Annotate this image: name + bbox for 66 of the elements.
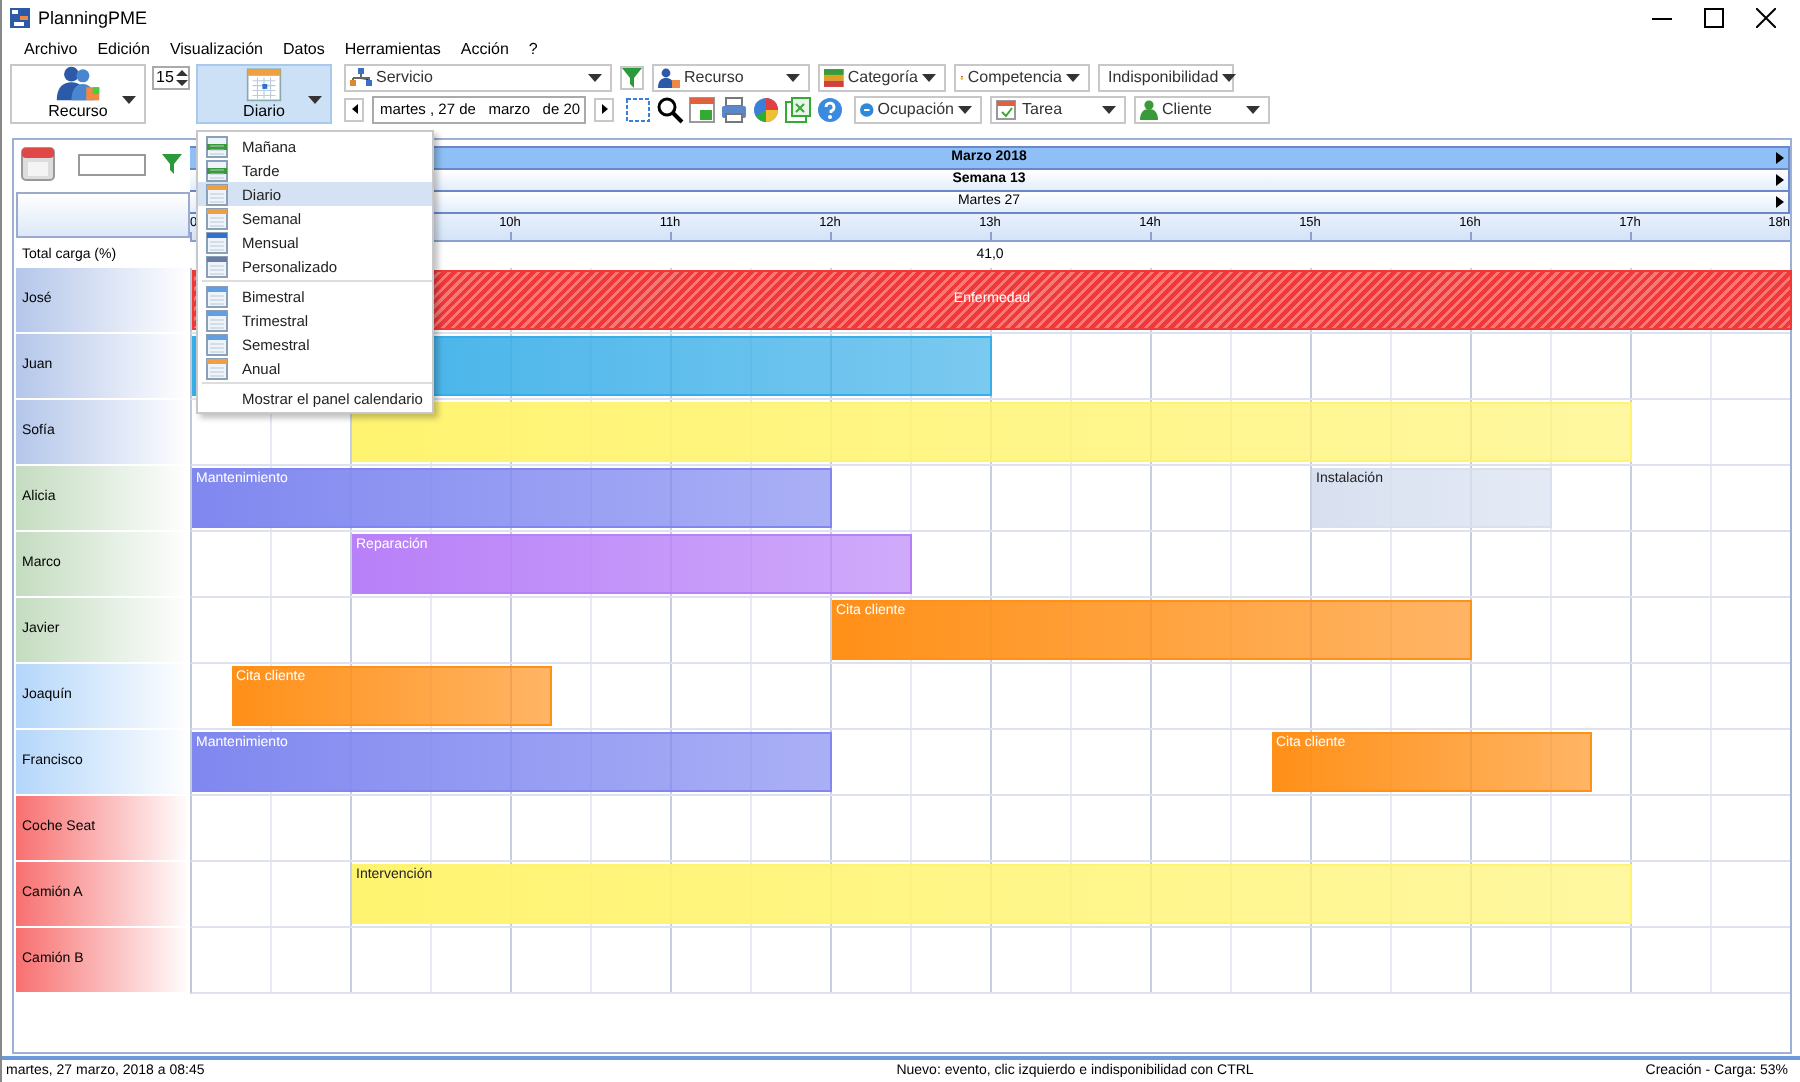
help-icon[interactable] [814,95,846,124]
caret-icon [1066,73,1080,82]
calendar-icon [206,333,228,355]
caret-icon [122,95,136,104]
caret-icon [922,73,936,82]
calendar-icon [206,135,228,157]
selection-icon[interactable] [622,95,654,124]
menu-item[interactable]: Archivo [14,39,88,58]
filter-icon [622,67,642,88]
export-icon[interactable] [782,95,814,124]
menu-item[interactable]: Visualización [159,39,273,58]
client-icon [1140,99,1158,120]
close-icon[interactable] [1756,7,1776,28]
calendar-icon [206,255,228,277]
print-icon[interactable] [718,95,750,124]
spin-field[interactable]: 15 [152,65,190,90]
menu-item[interactable]: ? [518,39,548,58]
caret-icon [958,105,972,114]
filter-button[interactable] [620,65,644,90]
caret-icon [588,73,602,82]
filter-dropdown[interactable]: Indisponibilidad [1098,63,1234,92]
triangle-icon [601,104,607,115]
previous-arrow-button[interactable] [344,97,364,122]
next-arrow-button[interactable] [594,97,614,122]
caret-icon [786,73,800,82]
filter-dropdown[interactable]: Recurso [652,63,810,92]
calendar-icon [206,285,228,307]
occupancy-icon [860,99,874,120]
category-icon [824,67,844,88]
filter-dropdown[interactable]: Ocupación [854,95,982,124]
calendar-icon [206,231,228,253]
maximize-icon[interactable] [1704,7,1724,28]
hierarchy-icon [350,67,372,88]
menu-item[interactable]: Herramientas [334,39,451,58]
pie-chart-icon[interactable] [750,95,782,124]
window-title: PlanningPME [38,7,150,28]
menu-item[interactable]: Edición [87,39,160,58]
menu-item[interactable]: Datos [272,39,335,58]
filter-dropdown[interactable]: Competencia [954,63,1090,92]
menu-item[interactable]: Acción [450,39,519,58]
calendar-icon [206,357,228,379]
caret-icon [308,95,322,104]
filter-dropdown[interactable]: Cliente [1134,95,1270,124]
calendar-icon [206,207,228,229]
caret-icon [1222,73,1237,82]
people-icon [658,67,680,88]
task-icon [996,99,1018,120]
resource-button[interactable]: Recurso [10,63,146,124]
search-field[interactable] [78,153,146,176]
caret-icon [1246,105,1260,114]
filter-dropdown[interactable]: Categoría [818,63,946,92]
calendar-icon [206,159,228,181]
spin-arrows-icon [176,67,188,88]
calendar-icon [20,146,56,183]
calendar-icon [242,65,286,102]
calendar-icon [206,183,228,205]
calendar-icon [206,309,228,331]
filter-dropdown[interactable]: Servicio [344,63,612,92]
filter-icon [162,154,182,175]
app-icon [10,7,30,28]
filter-dropdown[interactable]: Tarea [990,95,1126,124]
triangle-icon [351,104,357,115]
view-button[interactable]: Diario [196,63,332,124]
caret-icon [1102,105,1116,114]
calendar-icon[interactable] [686,95,718,124]
search-icon[interactable] [654,95,686,124]
